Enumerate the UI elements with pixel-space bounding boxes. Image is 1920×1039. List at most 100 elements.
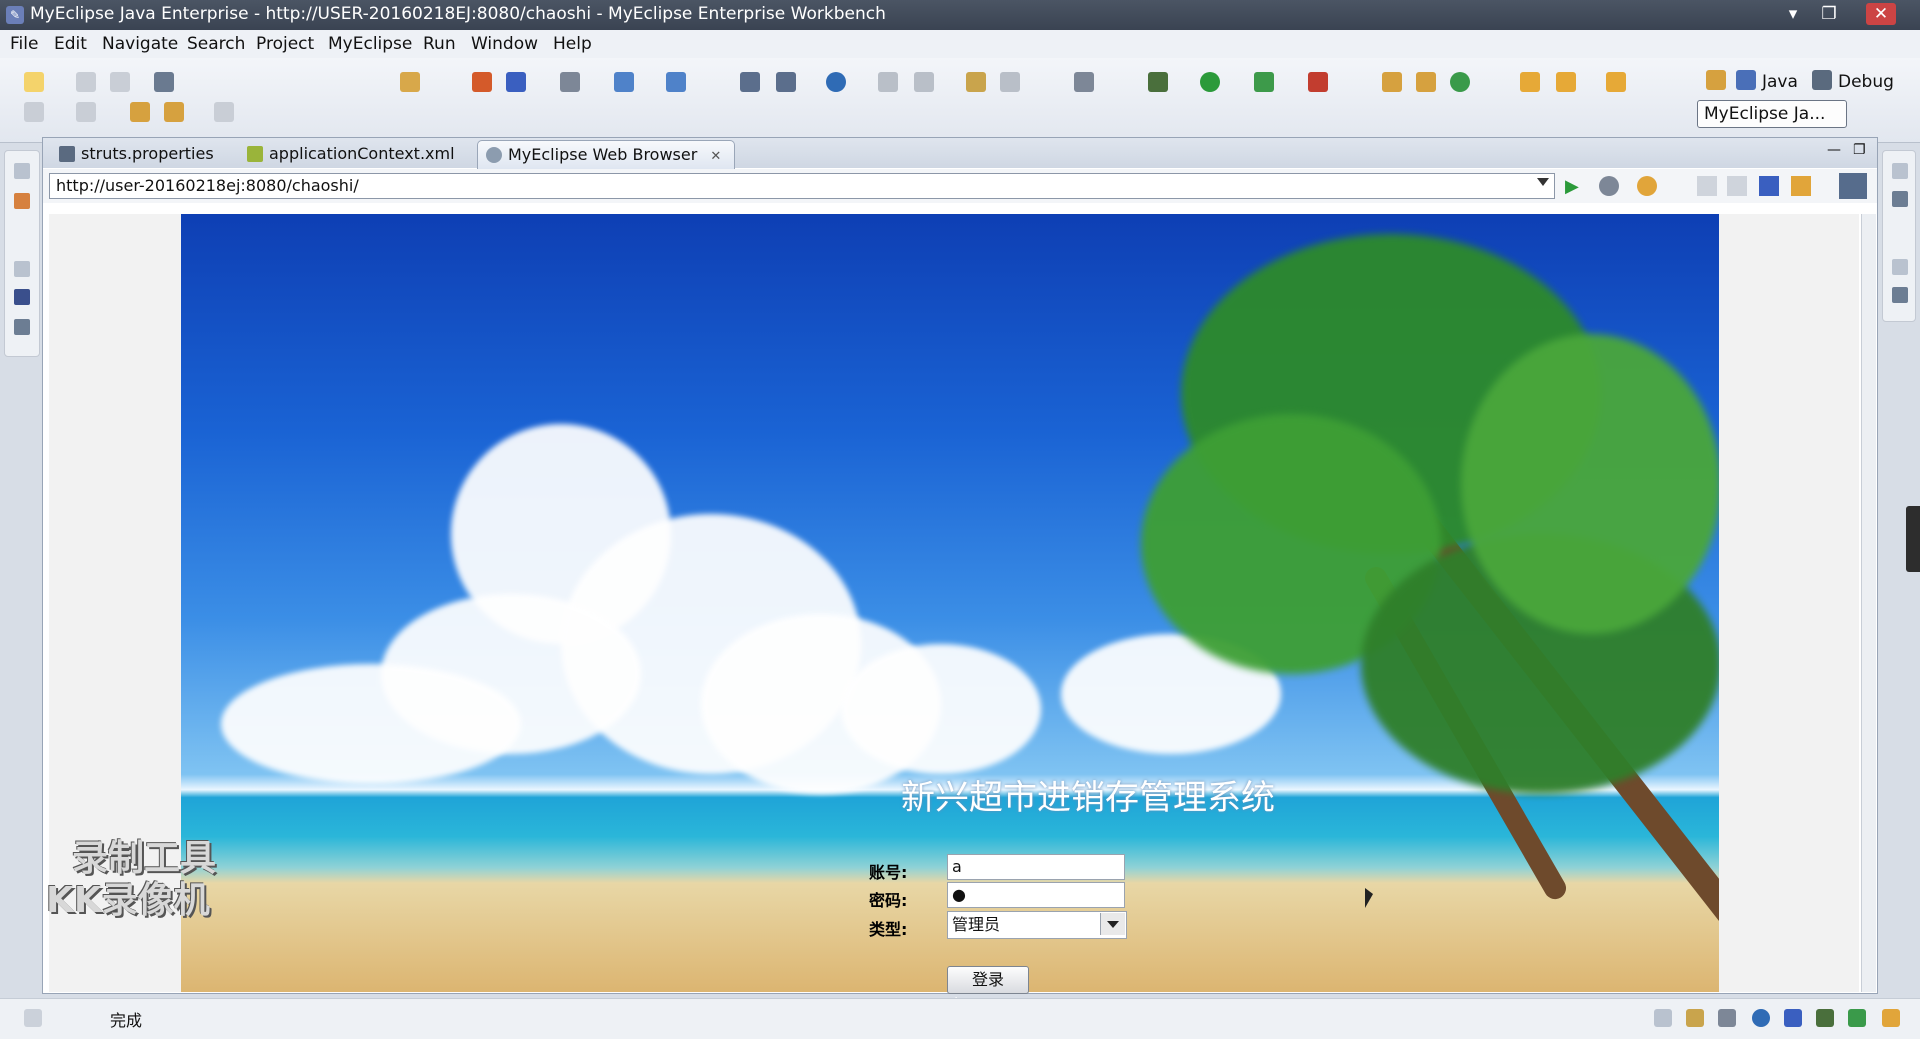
cube-icon[interactable] — [506, 72, 526, 92]
tab-application-context[interactable]: applicationContext.xml — [239, 140, 469, 168]
undeploy-icon[interactable] — [776, 72, 796, 92]
restore-trim-icon[interactable] — [1654, 1009, 1672, 1027]
back-icon[interactable] — [164, 102, 184, 122]
browser-tool-icon[interactable] — [1839, 173, 1867, 199]
image-view-icon[interactable] — [14, 289, 30, 305]
task-icon[interactable] — [400, 72, 420, 92]
perspective-debug[interactable]: Debug — [1838, 72, 1894, 92]
perspective-java[interactable]: Java — [1762, 72, 1798, 92]
menu-project[interactable]: Project — [256, 34, 314, 54]
account-label: 账号: — [869, 863, 908, 882]
tab-browser-icon — [486, 147, 502, 163]
browser-toolbar: http://user-20160218ej:8080/chaoshi/ ▶ — [43, 169, 1877, 203]
vertical-scrollbar[interactable] — [1861, 214, 1876, 992]
outline-icon[interactable] — [14, 319, 30, 335]
save-icon[interactable] — [76, 72, 96, 92]
minimize-icon[interactable]: — — [1827, 142, 1841, 158]
new-package-icon[interactable] — [1416, 72, 1436, 92]
restore-icon[interactable]: ❐ — [1814, 3, 1844, 25]
menu-window[interactable]: Window — [471, 34, 538, 54]
status-icon-2[interactable] — [1718, 1009, 1736, 1027]
menu-file[interactable]: File — [10, 34, 38, 54]
status-globe-icon[interactable] — [1752, 1009, 1770, 1027]
perspective-myeclipse[interactable]: MyEclipse Ja... — [1697, 100, 1847, 128]
wizard-icon[interactable] — [614, 72, 634, 92]
dropdown-icon[interactable]: ▾ — [1778, 3, 1808, 25]
new-icon[interactable] — [24, 72, 44, 92]
url-dropdown-icon[interactable] — [1537, 178, 1549, 186]
maximize-icon[interactable]: ❐ — [1853, 142, 1866, 158]
external-tools-icon[interactable] — [1308, 72, 1328, 92]
status-icon-1[interactable] — [1686, 1009, 1704, 1027]
properties-icon[interactable] — [1892, 287, 1908, 303]
last-edit-icon[interactable] — [130, 102, 150, 122]
package-explorer-icon[interactable] — [14, 193, 30, 209]
package-icon[interactable] — [472, 72, 492, 92]
tab-struts-properties[interactable]: struts.properties — [51, 140, 231, 168]
run-icon[interactable] — [1200, 72, 1220, 92]
forward-nav-icon[interactable] — [1727, 176, 1747, 196]
fast-view-icon[interactable] — [24, 1009, 42, 1027]
stop-icon[interactable] — [1759, 176, 1779, 196]
prev-annotation-icon[interactable] — [76, 102, 96, 122]
menu-myeclipse[interactable]: MyEclipse — [328, 34, 412, 54]
print-icon[interactable] — [110, 72, 130, 92]
deploy-icon[interactable] — [740, 72, 760, 92]
restore-view-icon-4[interactable] — [1892, 259, 1908, 275]
hierarchy-icon[interactable] — [1892, 191, 1908, 207]
login-button[interactable]: 登录 — [947, 966, 1029, 994]
menu-navigate[interactable]: Navigate — [102, 34, 178, 54]
globe-icon[interactable] — [826, 72, 846, 92]
left-trim-stack — [4, 150, 40, 357]
editor-tabs: struts.properties applicationContext.xml… — [43, 138, 1877, 169]
tab-web-browser[interactable]: MyEclipse Web Browser ✕ — [477, 140, 735, 169]
password-input[interactable]: ● — [947, 882, 1125, 908]
debug-browser-icon[interactable] — [1599, 176, 1619, 196]
status-icon-5[interactable] — [1882, 1009, 1900, 1027]
open-folder-icon[interactable] — [1520, 72, 1540, 92]
back-nav-icon[interactable] — [1697, 176, 1717, 196]
run-config-icon[interactable] — [1254, 72, 1274, 92]
account-input[interactable]: a — [947, 854, 1125, 880]
restore-view-icon[interactable] — [14, 163, 30, 179]
close-icon[interactable]: ✕ — [1866, 3, 1896, 25]
report-icon[interactable] — [966, 72, 986, 92]
inspect-icon[interactable] — [1000, 72, 1020, 92]
editor-area: struts.properties applicationContext.xml… — [42, 137, 1878, 1019]
menu-run[interactable]: Run — [423, 34, 456, 54]
tab-close-icon[interactable]: ✕ — [710, 149, 721, 164]
menu-help[interactable]: Help — [553, 34, 592, 54]
menu-edit[interactable]: Edit — [54, 34, 87, 54]
status-icon-3[interactable] — [1816, 1009, 1834, 1027]
open-perspective-icon[interactable] — [1706, 70, 1726, 90]
debug-run-icon[interactable] — [1148, 72, 1168, 92]
password-label: 密码: — [869, 891, 908, 910]
restore-view-icon-2[interactable] — [14, 261, 30, 277]
binary-icon[interactable] — [154, 72, 174, 92]
go-icon[interactable]: ▶ — [1565, 176, 1585, 197]
server-icon[interactable] — [560, 72, 580, 92]
open-task-icon[interactable] — [1606, 72, 1626, 92]
url-field[interactable]: http://user-20160218ej:8080/chaoshi/ — [49, 173, 1555, 199]
search-wizard-icon[interactable] — [666, 72, 686, 92]
side-handle[interactable] — [1906, 506, 1920, 572]
chevron-down-icon — [1100, 913, 1125, 935]
user-type-select[interactable]: 管理员 — [947, 911, 1127, 939]
next-annotation-icon[interactable] — [24, 102, 44, 122]
java-perspective-icon — [1736, 70, 1756, 90]
status-bar: 完成 — [0, 998, 1920, 1039]
new-class-icon[interactable] — [1382, 72, 1402, 92]
menu-search[interactable]: Search — [187, 34, 245, 54]
forward-icon[interactable] — [214, 102, 234, 122]
pencil-icon[interactable] — [1556, 72, 1576, 92]
server-start-icon[interactable] — [878, 72, 898, 92]
camera-icon[interactable] — [1074, 72, 1094, 92]
restore-view-icon-3[interactable] — [1892, 163, 1908, 179]
browser-viewport: 新兴超市进销存管理系统 账号: a 密码: ● 类型: 管理员 登录 ✳ — [49, 214, 1859, 1019]
refresh-page-icon[interactable] — [1791, 176, 1811, 196]
refresh-icon[interactable] — [1450, 72, 1470, 92]
server-stop-icon[interactable] — [914, 72, 934, 92]
status-icon-4[interactable] — [1848, 1009, 1866, 1027]
status-console-icon[interactable] — [1784, 1009, 1802, 1027]
favorite-icon[interactable] — [1637, 176, 1657, 196]
